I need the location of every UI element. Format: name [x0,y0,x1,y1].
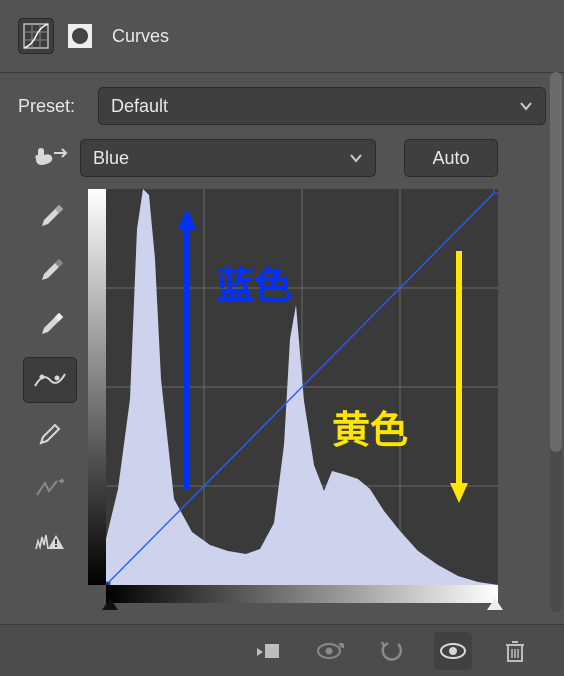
panel-scrollbar-thumb[interactable] [550,72,562,452]
preset-label: Preset: [18,96,88,117]
black-point-slider[interactable] [102,598,118,610]
curve-point-icon [33,368,67,392]
eye-icon [438,641,468,661]
chevron-down-icon [519,99,533,113]
channel-value: Blue [93,148,129,169]
eyedropper-icon [36,312,64,340]
pencil-icon [37,421,63,447]
auto-button[interactable]: Auto [404,139,498,177]
curve-anchor-highlight[interactable] [494,189,498,193]
eyedropper-black-tool[interactable] [23,195,77,241]
curves-panel-icon [23,23,49,49]
trash-icon [504,639,526,663]
clip-tool[interactable] [23,519,77,565]
curves-icon-button[interactable] [18,18,54,54]
annotation-arrow-up [176,209,198,489]
annotation-blue-label: 蓝色 [216,255,292,310]
hand-pointer-icon [32,145,68,171]
auto-label: Auto [432,148,469,169]
preset-select[interactable]: Default [98,87,546,125]
clip-to-layer-button[interactable] [248,632,286,670]
smooth-tool[interactable] [23,465,77,511]
input-gradient [106,585,498,603]
eyedropper-icon [36,258,64,286]
layer-mask-icon-button[interactable] [62,18,98,54]
clip-warning-icon [34,531,66,553]
annotation-yellow-label: 黄色 [332,399,408,454]
eye-cycle-icon [314,641,344,661]
panel-footer [0,624,564,676]
white-point-slider[interactable] [487,598,503,610]
delete-button[interactable] [496,632,534,670]
undo-icon [378,640,404,662]
channel-select[interactable]: Blue [80,139,376,177]
eyedropper-icon [36,204,64,232]
chevron-down-icon [349,151,363,165]
mask-icon [67,23,93,49]
pencil-tool[interactable] [23,411,77,457]
view-previous-button[interactable] [310,632,348,670]
reset-button[interactable] [372,632,410,670]
clip-icon [253,640,281,662]
output-gradient [88,189,106,585]
eyedropper-white-tool[interactable] [23,303,77,349]
toggle-visibility-button[interactable] [434,632,472,670]
preset-value: Default [111,96,168,117]
curve-edit-tool[interactable] [23,357,77,403]
curves-graph[interactable] [106,189,498,585]
panel-title: Curves [112,26,169,47]
smooth-icon [35,477,65,499]
targeted-adjust-tool[interactable] [30,145,70,171]
eyedropper-gray-tool[interactable] [23,249,77,295]
annotation-arrow-down [448,251,470,503]
